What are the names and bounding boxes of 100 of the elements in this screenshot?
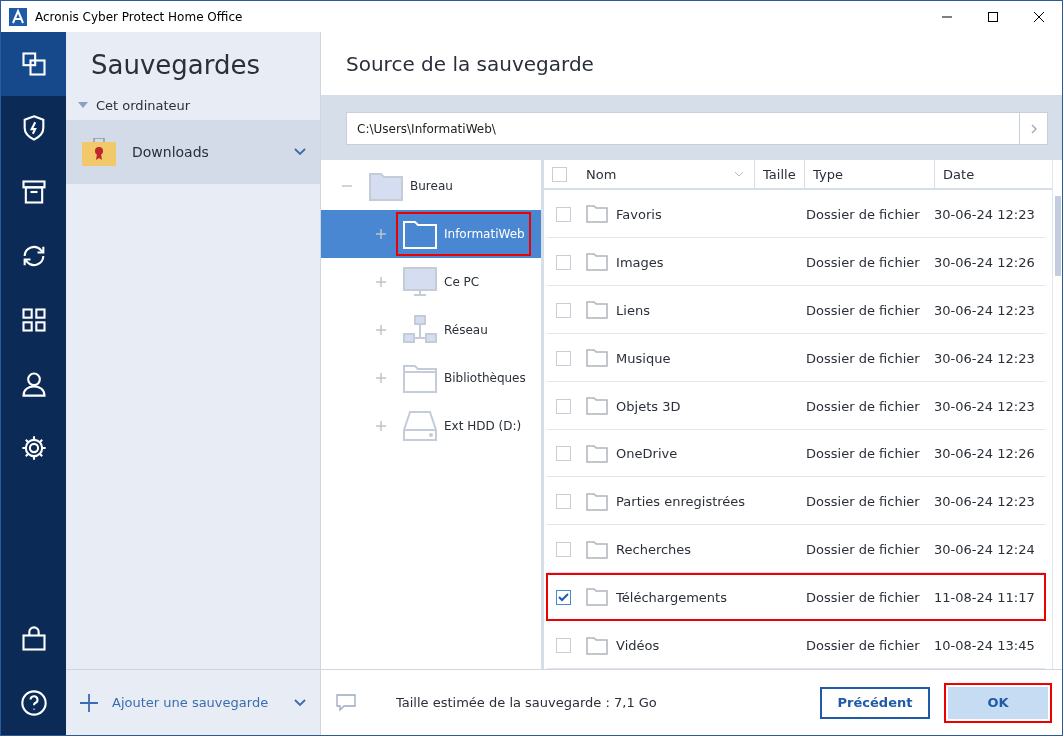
expand-icon[interactable] xyxy=(376,229,386,239)
expand-icon[interactable] xyxy=(376,373,386,383)
scrollbar[interactable] xyxy=(1052,160,1062,669)
column-header[interactable]: Taille xyxy=(754,159,805,189)
user-icon xyxy=(19,370,48,398)
tree-item[interactable]: Bureau xyxy=(362,164,459,208)
close-icon xyxy=(1034,11,1044,22)
monitor-icon xyxy=(402,266,438,298)
file-type: Dossier de fichier xyxy=(806,350,921,366)
maximize-icon xyxy=(988,11,998,22)
file-type: Dossier de fichier xyxy=(806,638,921,654)
file-row[interactable]: Favoris Dossier de fichier 30-06-24 12:23 xyxy=(546,190,1047,238)
back-button[interactable]: Précédent xyxy=(820,686,930,719)
tree-row[interactable]: InformatiWeb xyxy=(321,210,542,258)
file-name: Musique xyxy=(616,350,672,366)
folder-icon xyxy=(586,588,609,607)
file-date: 30-06-24 12:23 xyxy=(934,206,1036,222)
row-checkbox[interactable] xyxy=(556,542,572,558)
tree-label: Bibliothèques xyxy=(444,371,526,385)
file-row[interactable]: Téléchargements Dossier de fichier 11-08-24 11:17 xyxy=(546,573,1047,622)
file-date: 30-06-24 12:23 xyxy=(934,398,1036,414)
tree-row[interactable]: Ce PC xyxy=(321,258,542,306)
file-type: Dossier de fichier xyxy=(806,254,921,270)
file-date: 10-08-24 13:45 xyxy=(934,638,1036,654)
expand-icon[interactable] xyxy=(376,325,386,335)
row-checkbox[interactable] xyxy=(556,638,572,654)
file-date: 30-06-24 12:23 xyxy=(934,302,1036,318)
copy-icon xyxy=(19,50,48,78)
backup-item[interactable]: Downloads xyxy=(66,120,320,184)
folder-icon xyxy=(586,540,609,559)
file-row[interactable]: Musique Dossier de fichier 30-06-24 12:23 xyxy=(546,333,1047,382)
tree-label: Ce PC xyxy=(444,275,480,289)
file-name: Objets 3D xyxy=(616,398,682,414)
shopping-bag-icon xyxy=(19,625,48,653)
tree-row[interactable]: Bibliothèques xyxy=(321,354,542,402)
tree-row[interactable]: Bureau xyxy=(321,162,542,210)
file-name: Liens xyxy=(616,302,651,318)
tree-item[interactable]: InformatiWeb xyxy=(396,212,531,256)
row-checkbox[interactable] xyxy=(556,589,572,605)
scroll-thumb[interactable] xyxy=(1054,196,1061,276)
file-type: Dossier de fichier xyxy=(806,206,921,222)
column-header[interactable]: Nom xyxy=(582,159,755,189)
file-name: Parties enregistrées xyxy=(616,494,747,510)
hard-drive-icon xyxy=(402,410,438,442)
folder-icon xyxy=(586,253,609,272)
window-title: Acronis Cyber Protect Home Office xyxy=(35,9,244,24)
file-type: Dossier de fichier xyxy=(806,446,921,462)
column-header[interactable]: Date xyxy=(934,159,1045,189)
row-checkbox[interactable] xyxy=(556,350,572,366)
tree-row[interactable]: Ext HDD (D:) xyxy=(321,402,542,450)
size-estimate: Taille estimée de la sauvegarde : 7,1 Go xyxy=(396,695,658,710)
group-label: Cet ordinateur xyxy=(96,97,191,113)
row-checkbox[interactable] xyxy=(556,494,572,510)
folder-icon xyxy=(586,445,609,463)
file-date: 11-08-24 11:17 xyxy=(934,589,1036,605)
tree-item[interactable]: Ce PC xyxy=(396,260,486,304)
file-row[interactable]: OneDrive Dossier de fichier 30-06-24 12:26 xyxy=(546,429,1047,478)
folder-icon xyxy=(586,205,609,224)
comment-icon xyxy=(336,693,356,712)
folder-icon xyxy=(402,362,438,394)
row-checkbox[interactable] xyxy=(556,446,572,462)
file-row[interactable]: Recherches Dossier de fichier 30-06-24 12:24 xyxy=(546,525,1047,574)
tree-item[interactable]: Ext HDD (D:) xyxy=(396,404,528,448)
folder-icon xyxy=(586,301,609,320)
file-row[interactable]: Parties enregistrées Dossier de fichier 30-06-24 12:23 xyxy=(546,477,1047,526)
tree-item[interactable]: Réseau xyxy=(396,308,494,352)
chevron-down-icon xyxy=(294,148,306,156)
nav-button[interactable] xyxy=(1,32,66,96)
expand-icon[interactable] xyxy=(376,421,386,431)
file-date: 30-06-24 12:26 xyxy=(934,446,1036,462)
network-icon xyxy=(402,314,438,346)
file-type: Dossier de fichier xyxy=(806,398,921,414)
file-type: Dossier de fichier xyxy=(806,302,921,318)
chevron-down-icon xyxy=(294,698,306,707)
file-date: 30-06-24 12:23 xyxy=(934,350,1036,366)
caret-icon xyxy=(78,102,88,108)
tree-row[interactable]: Réseau xyxy=(321,306,542,354)
file-row[interactable]: Liens Dossier de fichier 30-06-24 12:23 xyxy=(546,285,1047,334)
file-row[interactable]: Objets 3D Dossier de fichier 30-06-24 12:23 xyxy=(546,381,1047,430)
file-date: 30-06-24 12:26 xyxy=(934,254,1036,270)
chevron-right-icon xyxy=(1030,123,1037,134)
file-type: Dossier de fichier xyxy=(806,589,921,605)
ok-button[interactable]: OK xyxy=(948,686,1048,719)
select-all-checkbox[interactable] xyxy=(552,166,568,182)
folder-icon xyxy=(402,218,438,250)
row-checkbox[interactable] xyxy=(556,302,572,318)
path-field[interactable]: C:\Users\InformatiWeb\ xyxy=(346,112,1019,145)
column-header[interactable]: Type xyxy=(804,159,935,189)
row-checkbox[interactable] xyxy=(556,206,572,222)
grid-icon xyxy=(19,306,48,334)
tree-item[interactable]: Bibliothèques xyxy=(396,356,532,400)
help-icon xyxy=(19,689,48,717)
row-checkbox[interactable] xyxy=(556,398,572,414)
go-button[interactable] xyxy=(1019,112,1048,145)
file-name: Favoris xyxy=(616,206,663,222)
expand-icon[interactable] xyxy=(376,277,386,287)
tree-label: Ext HDD (D:) xyxy=(444,419,522,433)
row-checkbox[interactable] xyxy=(556,254,572,270)
folder-icon xyxy=(586,492,609,511)
file-row[interactable]: Images Dossier de fichier 30-06-24 12:26 xyxy=(546,237,1047,286)
